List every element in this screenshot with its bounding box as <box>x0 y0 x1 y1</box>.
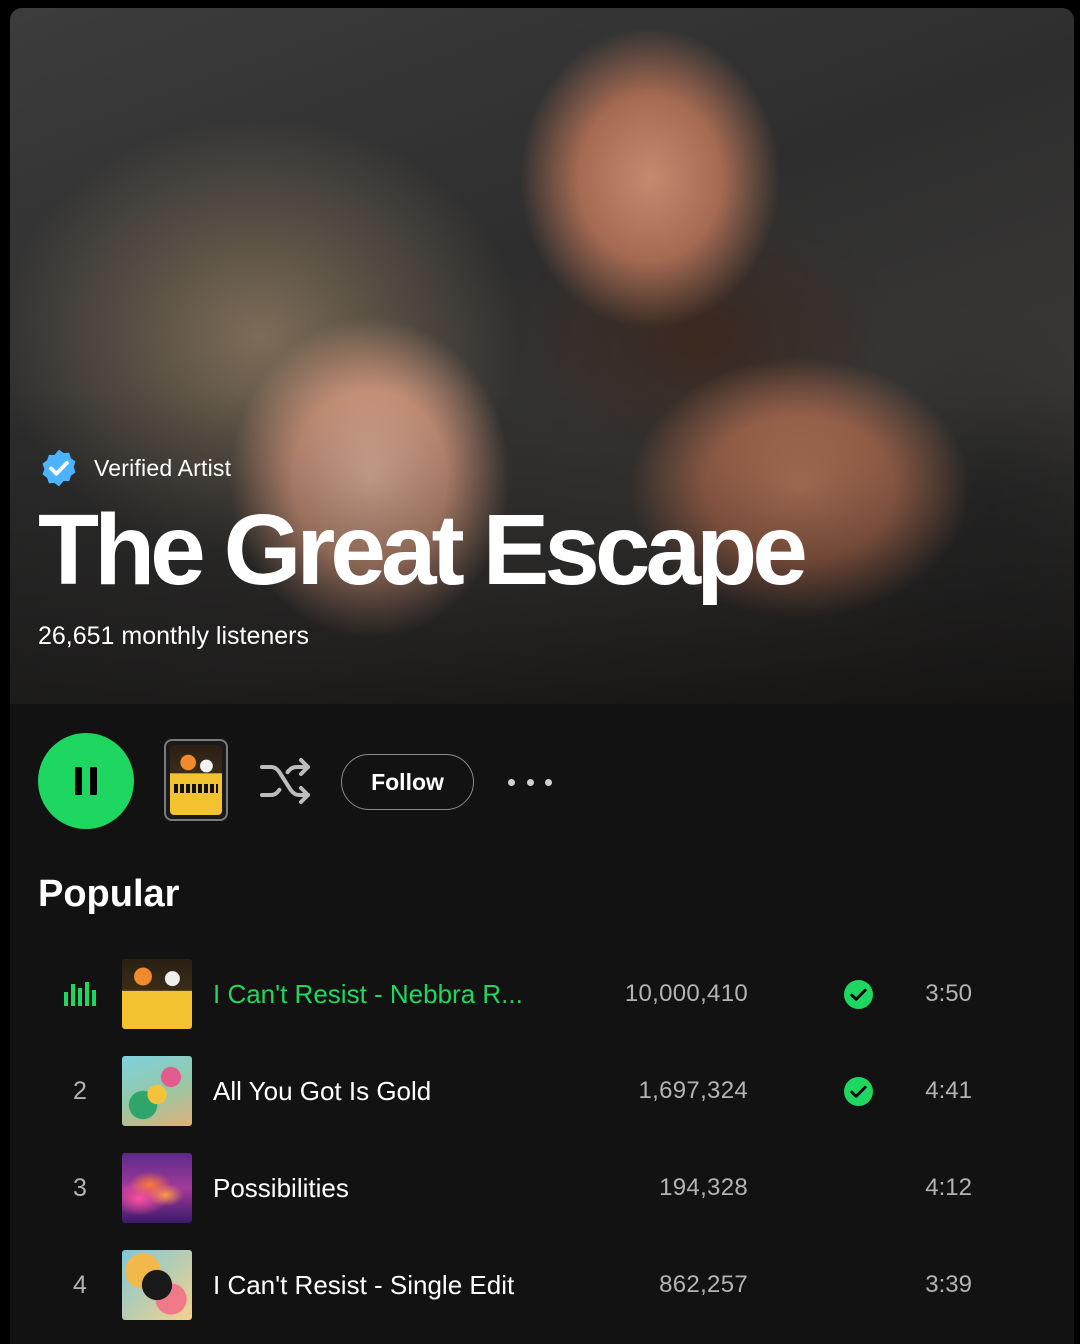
verified-row: Verified Artist <box>38 448 803 488</box>
pause-button[interactable] <box>38 733 134 829</box>
track-play-count: 10,000,410 <box>624 980 748 1007</box>
preview-cover-art <box>170 745 222 815</box>
more-options-button[interactable] <box>504 767 556 797</box>
artist-page: Verified Artist The Great Escape 26,651 … <box>10 8 1074 1344</box>
track-row[interactable]: I Can't Resist - Nebbra R... 10,000,410 … <box>10 959 1074 1056</box>
track-play-count: 194,328 <box>659 1174 748 1201</box>
equalizer-icon <box>64 982 96 1006</box>
track-play-count: 1,697,324 <box>638 1077 748 1104</box>
track-index: 2 <box>73 1076 87 1105</box>
artist-name: The Great Escape <box>38 494 808 606</box>
pause-icon <box>75 767 97 795</box>
more-dots-icon <box>508 778 515 786</box>
track-cover-art <box>122 1056 192 1126</box>
track-title: I Can't Resist - Nebbra R... <box>213 978 523 1009</box>
track-title: I Can't Resist - Single Edit <box>213 1269 515 1300</box>
track-duration: 3:39 <box>925 1271 972 1298</box>
action-bar: Follow <box>38 733 1048 831</box>
track-row[interactable]: 3 Possibilities 194,328 4:12 <box>10 1153 1074 1250</box>
track-title: Possibilities <box>213 1172 349 1203</box>
track-title: All You Got Is Gold <box>213 1075 432 1106</box>
track-cover-art <box>122 1153 192 1223</box>
track-duration: 3:50 <box>925 980 972 1007</box>
track-row[interactable]: 4 I Can't Resist - Single Edit 862,257 3… <box>10 1250 1074 1344</box>
check-circle-icon[interactable] <box>844 1077 873 1106</box>
track-row[interactable]: 2 All You Got Is Gold 1,697,324 4:41 <box>10 1056 1074 1153</box>
artist-hero-image: Verified Artist The Great Escape 26,651 … <box>10 8 1074 704</box>
monthly-listeners: 26,651 monthly listeners <box>38 622 309 650</box>
shuffle-icon[interactable] <box>258 757 314 805</box>
track-index <box>58 959 102 1029</box>
track-play-count: 862,257 <box>659 1271 748 1298</box>
track-index: 4 <box>73 1270 87 1299</box>
follow-button[interactable]: Follow <box>341 754 474 810</box>
track-cover-art <box>122 1250 192 1320</box>
track-index: 3 <box>73 1173 87 1202</box>
popular-heading: Popular <box>38 873 180 915</box>
track-cover-art <box>122 959 192 1029</box>
track-duration: 4:12 <box>925 1174 972 1201</box>
check-circle-icon[interactable] <box>844 980 873 1009</box>
now-playing-preview[interactable] <box>164 739 228 821</box>
hero-content: Verified Artist The Great Escape 26,651 … <box>38 448 808 651</box>
track-duration: 4:41 <box>925 1077 972 1104</box>
verified-artist-label: Verified Artist <box>94 454 232 481</box>
verified-badge-icon <box>42 449 76 487</box>
popular-track-list: I Can't Resist - Nebbra R... 10,000,410 … <box>10 959 1074 1344</box>
